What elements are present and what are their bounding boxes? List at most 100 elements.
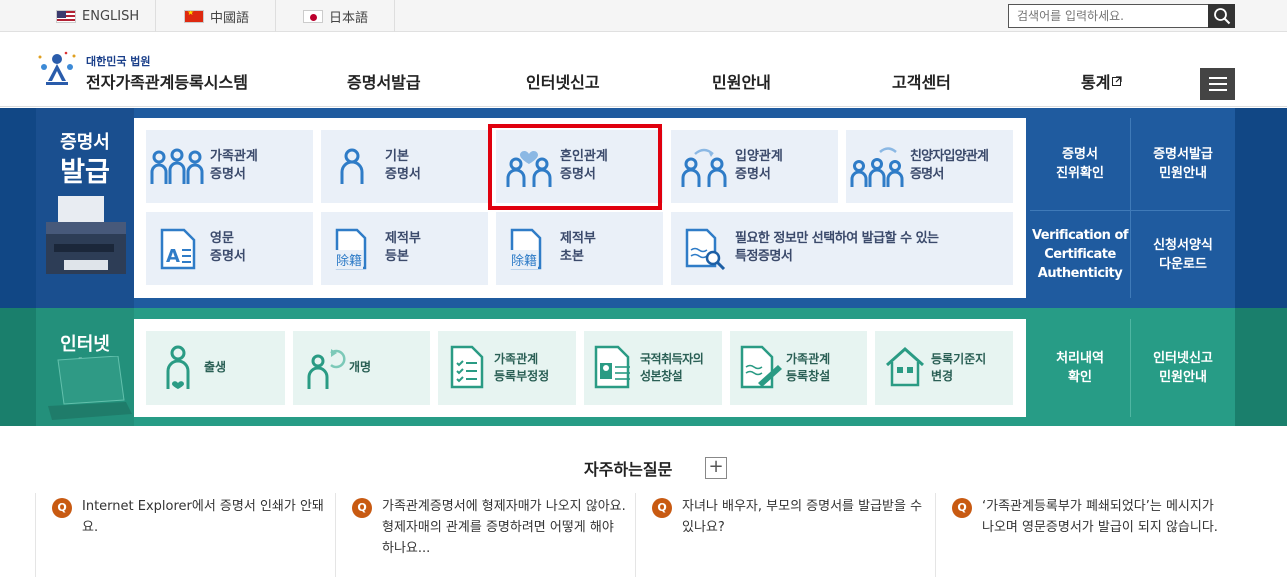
faq-q-badge: Q — [52, 498, 72, 518]
tile-removed-register-copy[interactable]: 除籍 제적부 등본 — [321, 212, 488, 285]
internet-report-guide-link[interactable]: 인터넷신고 민원안내 — [1131, 319, 1235, 417]
hamburger-menu-button[interactable] — [1200, 68, 1235, 100]
logo-title: 전자가족관계등록시스템 — [86, 73, 248, 92]
cell-line3: Authenticity — [1037, 266, 1123, 281]
nav-statistics[interactable]: 통계 — [1081, 69, 1123, 93]
application-form-download-link[interactable]: 신청서양식 다운로드 — [1131, 211, 1235, 298]
birth-person-icon — [166, 345, 190, 389]
faq-more-button[interactable]: + — [705, 457, 727, 479]
jp-flag-icon — [303, 9, 323, 23]
tile-label-line1: 제적부 — [560, 231, 596, 246]
printer-illustration-icon — [46, 196, 126, 274]
faq-question: Internet Explorer에서 증명서 인쇄가 안돼요. — [82, 499, 324, 535]
tile-label-line1: 가족관계 — [786, 352, 831, 366]
verification-of-authenticity-link[interactable]: Verification of Certificate Authenticity — [1030, 211, 1130, 298]
house-icon — [886, 346, 924, 387]
svg-text:A: A — [166, 246, 180, 267]
tile-label-line1: 필요한 정보만 선택하여 발급할 수 있는 — [735, 231, 939, 246]
lang-english-label: ENGLISH — [82, 8, 140, 24]
tile-label-line2: 등록창설 — [786, 369, 831, 383]
nav-customer-center[interactable]: 고객센터 — [892, 69, 951, 93]
tile-label-line1: 출생 — [204, 360, 227, 374]
tile-removed-register-extract[interactable]: 除籍 제적부 초본 — [496, 212, 663, 285]
faq-item[interactable]: Q Internet Explorer에서 증명서 인쇄가 안돼요. — [35, 493, 335, 577]
logo-subtitle: 대한민국 법원 — [86, 55, 151, 68]
nav-internet-report[interactable]: 인터넷신고 — [526, 69, 600, 93]
tile-family-relation-cert[interactable]: 가족관계 증명서 — [146, 130, 313, 203]
cell-line1: 인터넷신고 — [1153, 351, 1213, 366]
tile-label-line2: 특정증명서 — [735, 249, 793, 264]
tile-label-line1: 영문 — [210, 231, 234, 246]
tile-label-line2: 증명서 — [210, 167, 246, 182]
checklist-document-icon — [450, 345, 484, 389]
full-adoption-family-icon — [850, 147, 904, 187]
document-pen-icon — [740, 345, 782, 389]
tile-label-line2: 증명서 — [910, 167, 944, 182]
tile-register-creation-report[interactable]: 가족관계 등록창설 — [730, 331, 867, 405]
tile-birth-report[interactable]: 출생 — [146, 331, 285, 405]
cell-line1: 증명서발급 — [1153, 147, 1213, 162]
faq-item[interactable]: Q 자녀나 배우자, 부모의 증명서를 발급받을 수 있나요? — [635, 493, 935, 577]
tile-label-line1: 입양관계 — [735, 149, 783, 164]
person-icon — [340, 148, 364, 184]
lang-english-link[interactable]: ENGLISH — [36, 0, 156, 32]
tile-label-line1: 국적취득자의 — [640, 352, 704, 366]
tile-full-adoption-relation-cert[interactable]: 친양자입양관계 증명서 — [846, 130, 1013, 203]
cell-line1: Verification of — [1031, 228, 1129, 243]
faq-q-badge: Q — [652, 498, 672, 518]
cell-line2: Certificate — [1044, 247, 1116, 262]
site-logo[interactable]: 대한민국 법원 전자가족관계등록시스템 — [34, 47, 254, 93]
cell-line2: 다운로드 — [1159, 256, 1207, 272]
tile-registration-base-change[interactable]: 등록기준지 변경 — [875, 331, 1013, 405]
document-magnifier-icon — [685, 228, 726, 270]
tile-label-line2: 변경 — [931, 369, 954, 383]
cert-authenticity-check-link[interactable]: 증명서 진위확인 — [1030, 118, 1130, 210]
faq-q-badge: Q — [352, 498, 372, 518]
faq-question: ‘가족관계등록부가 폐쇄되었다’는 메시지가 나오며 영문증명서가 발급이 되지… — [982, 499, 1218, 535]
cell-line1: 증명서 — [1062, 147, 1098, 162]
band-edge-left — [0, 108, 36, 308]
highlight-box — [488, 124, 662, 210]
court-logo-icon — [38, 51, 76, 85]
tile-english-cert[interactable]: A 영문 증명서 — [146, 212, 313, 285]
site-header: 대한민국 법원 전자가족관계등록시스템 증명서발급 인터넷신고 민원안내 고객센… — [0, 33, 1287, 107]
tile-specific-cert[interactable]: 필요한 정보만 선택하여 발급할 수 있는 특정증명서 — [671, 212, 1013, 285]
removed-register-stamp: 除籍 — [510, 250, 539, 269]
nav-statistics-label: 통계 — [1081, 73, 1111, 92]
faq-item[interactable]: Q 가족관계증명서에 형제자매가 나오지 않아요. 형제자매의 관계를 증명하려… — [335, 493, 635, 577]
tile-register-correction-report[interactable]: 가족관계 등록부정정 — [438, 331, 576, 405]
nav-certificate-issue[interactable]: 증명서발급 — [347, 69, 421, 93]
process-history-check-link[interactable]: 처리내역 확인 — [1030, 319, 1130, 417]
name-change-person-icon — [307, 349, 346, 389]
tile-basic-cert[interactable]: 기본 증명서 — [321, 130, 488, 203]
tile-naturalized-surname-creation[interactable]: 국적취득자의 성본창설 — [584, 331, 722, 405]
lang-japanese-label: 日本語 — [329, 10, 369, 26]
band-edge-left — [0, 308, 36, 426]
faq-q-badge: Q — [952, 498, 972, 518]
band-edge-right — [1235, 308, 1287, 426]
tile-label-line2: 성본창설 — [640, 369, 683, 383]
tile-label-line1: 제적부 — [385, 231, 421, 246]
tile-name-change-report[interactable]: 개명 — [293, 331, 430, 405]
tile-label-line2: 증명서 — [385, 167, 421, 182]
nav-civil-guide[interactable]: 민원안내 — [712, 69, 771, 93]
lang-chinese-link[interactable]: 中國語 — [164, 0, 276, 32]
lang-japanese-link[interactable]: 日本語 — [283, 0, 395, 32]
tile-label-line2: 등록부정정 — [494, 369, 550, 383]
search-input[interactable] — [1008, 4, 1208, 28]
search-icon — [1213, 8, 1230, 25]
hamburger-line-icon — [1208, 77, 1227, 79]
tile-label-line1: 기본 — [385, 149, 409, 164]
hamburger-line-icon — [1208, 83, 1227, 85]
faq-question: 가족관계증명서에 형제자매가 나오지 않아요. 형제자매의 관계를 증명하려면 … — [382, 499, 626, 556]
faq-item[interactable]: Q ‘가족관계등록부가 폐쇄되었다’는 메시지가 나오며 영문증명서가 발급이 … — [935, 493, 1235, 577]
certificate-section-title-big: 발급 — [60, 157, 110, 188]
cert-issue-guide-link[interactable]: 증명서발급 민원안내 — [1131, 118, 1235, 210]
page-root: ENGLISH 中國語 日本語 — [0, 0, 1287, 577]
search-button[interactable] — [1208, 4, 1235, 28]
tile-adoption-relation-cert[interactable]: 입양관계 증명서 — [671, 130, 838, 203]
laptop-illustration-icon — [48, 356, 132, 420]
family-people-icon — [150, 148, 204, 184]
tile-label-line1: 등록기준지 — [931, 352, 987, 366]
cell-line2: 확인 — [1068, 370, 1092, 385]
